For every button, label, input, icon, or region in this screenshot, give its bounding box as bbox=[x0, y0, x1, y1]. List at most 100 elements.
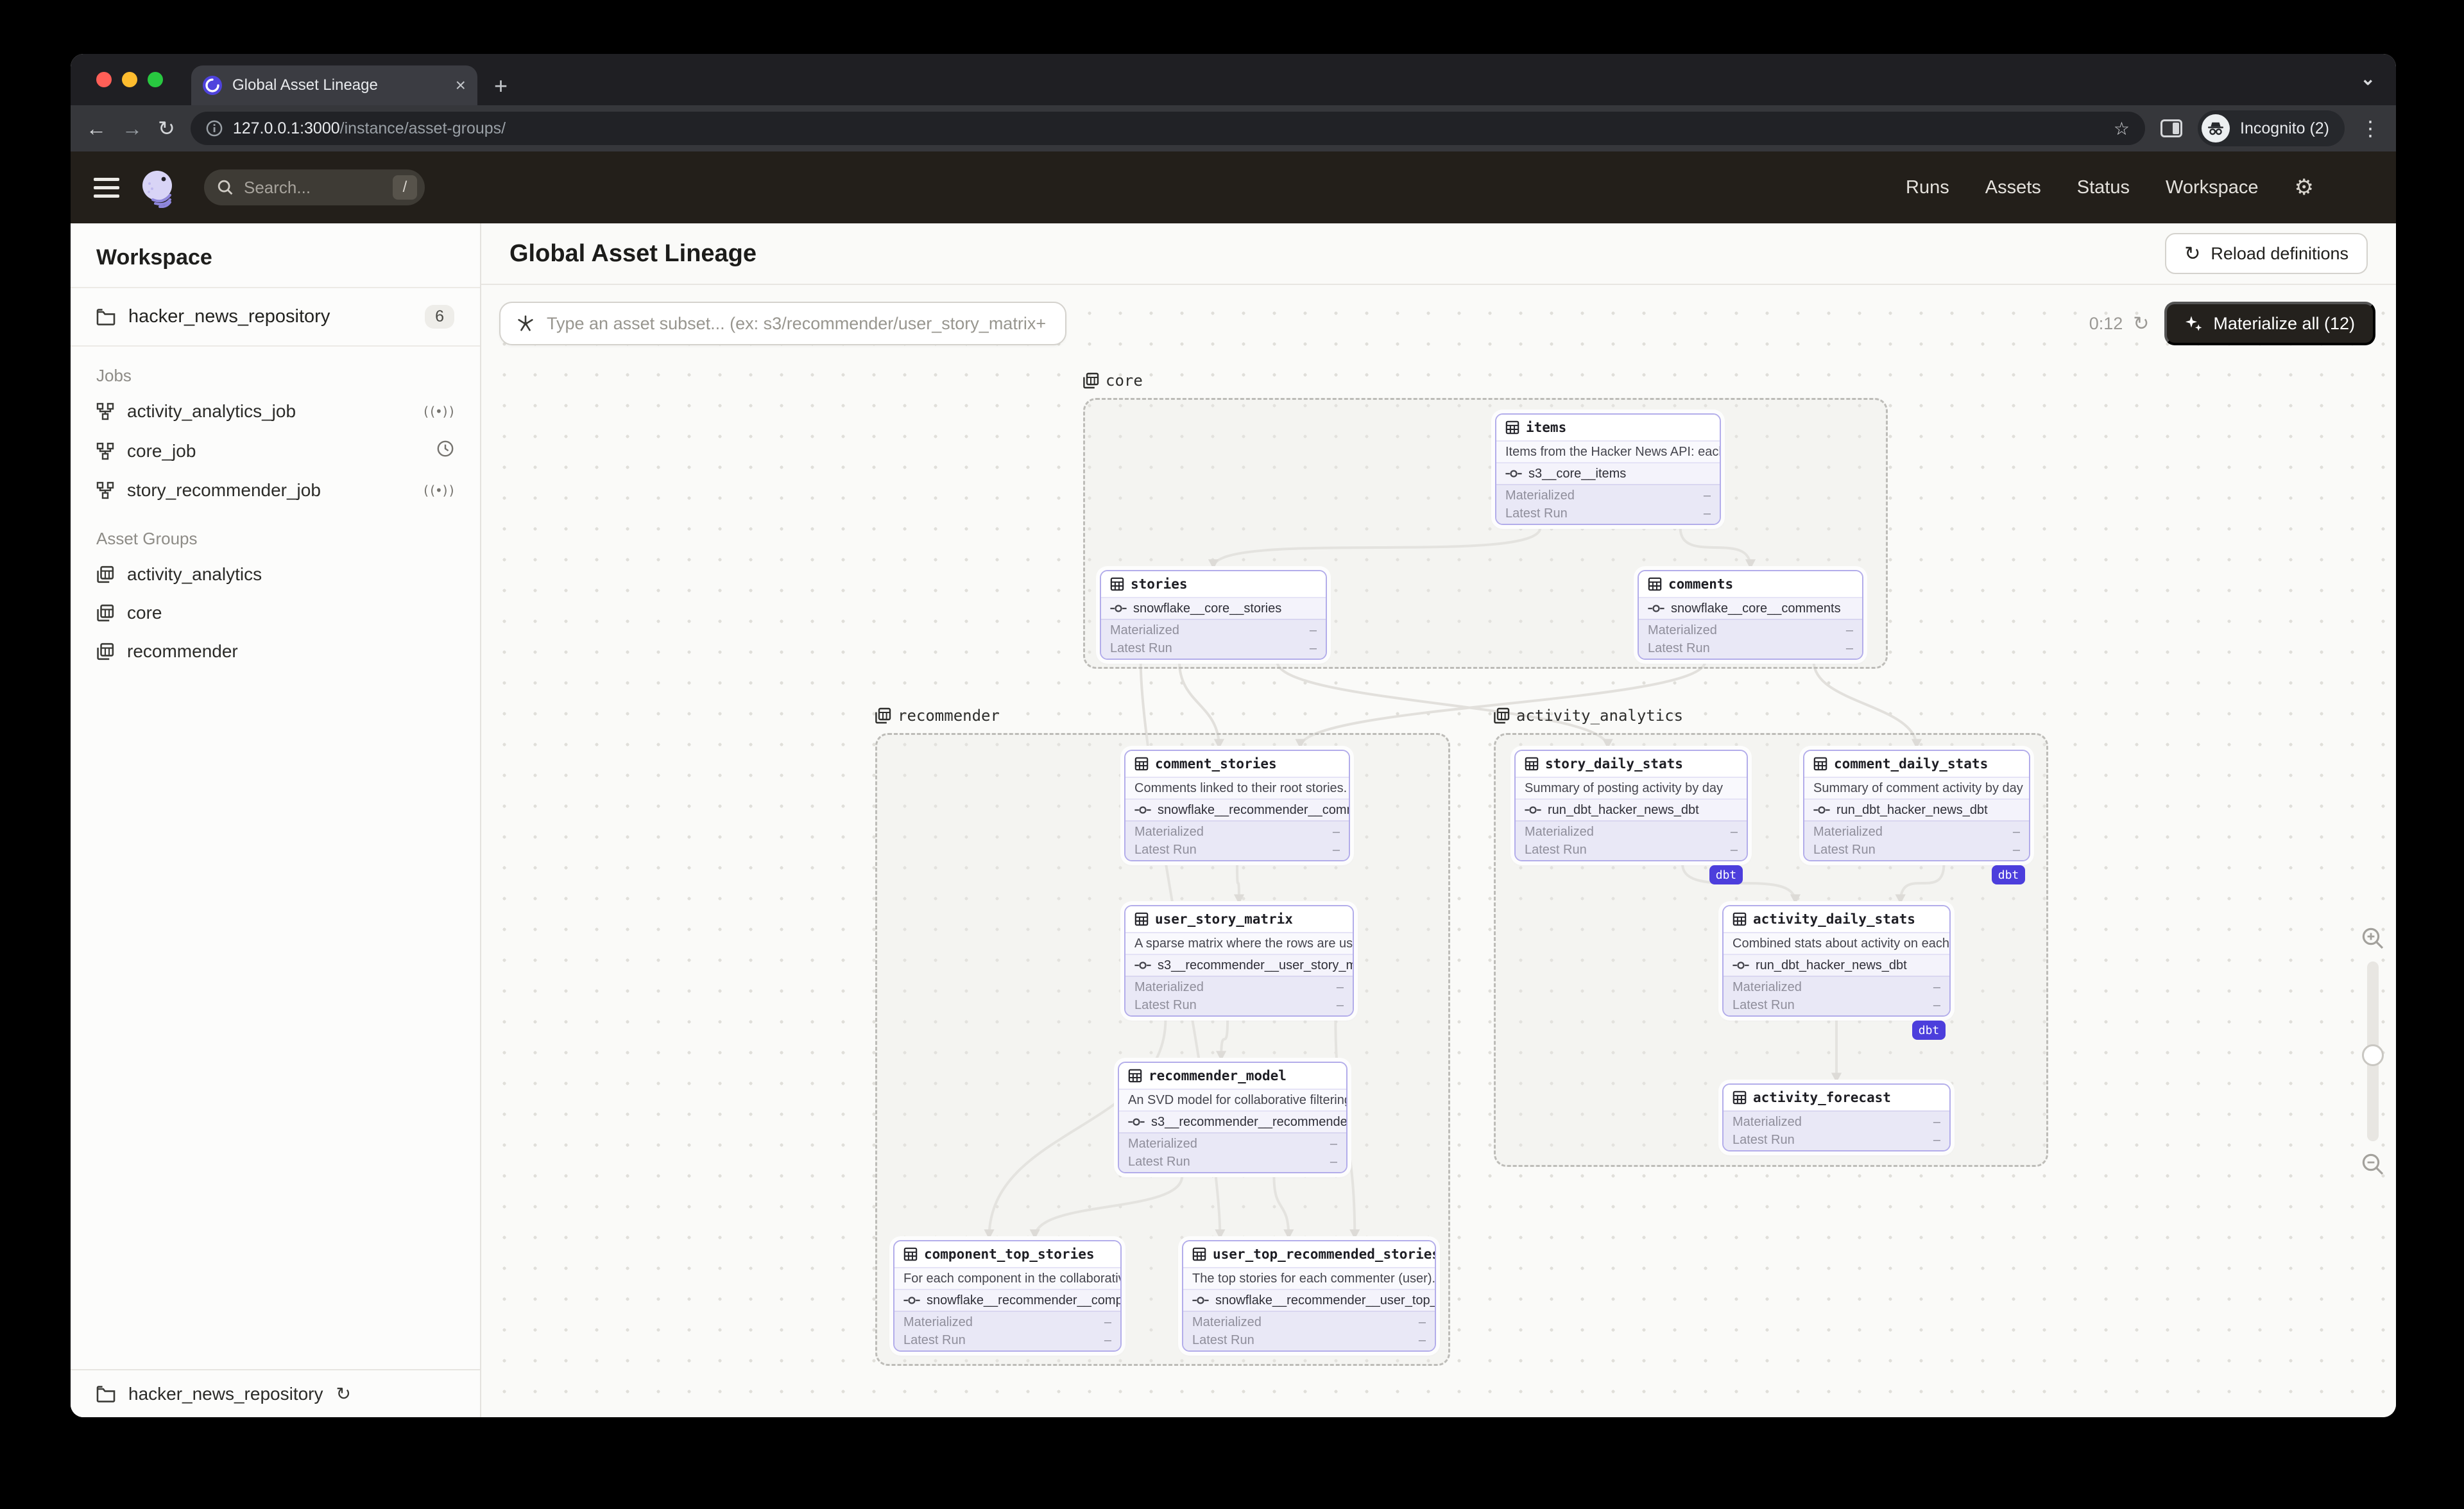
address-bar[interactable]: 127.0.0.1:3000/instance/asset-groups/ ☆ bbox=[190, 112, 2146, 145]
screen: Global Asset Lineage × + ⌄ ← → ↻ 127.0.0… bbox=[0, 0, 2464, 1509]
asset-group-label[interactable]: recommender bbox=[875, 707, 1000, 725]
asset-node-comment_stories[interactable]: comment_stories Comments linked to their … bbox=[1124, 750, 1350, 861]
asset-node-user_top_recommended_stories[interactable]: user_top_recommended_stories The top stor… bbox=[1182, 1240, 1436, 1352]
asset-node-component_top_stories[interactable]: component_top_stories For each component … bbox=[893, 1240, 1122, 1352]
back-icon[interactable]: ← bbox=[86, 118, 107, 139]
job-name: core_job bbox=[127, 440, 196, 461]
minimize-window-button[interactable] bbox=[122, 72, 137, 87]
site-info-icon[interactable] bbox=[206, 120, 223, 137]
job-icon bbox=[96, 481, 114, 499]
nav-link-assets[interactable]: Assets bbox=[1985, 177, 2041, 198]
asset-node-comments[interactable]: comments snowflake__core__comments Materi… bbox=[1638, 570, 1863, 660]
browser-tab[interactable]: Global Asset Lineage × bbox=[191, 65, 477, 105]
sidebar-job-core_job[interactable]: core_job bbox=[71, 431, 480, 471]
repo-count-badge: 6 bbox=[425, 305, 454, 329]
reload-repo-icon[interactable]: ↻ bbox=[336, 1383, 351, 1404]
asset-subset-filter-input[interactable]: Type an asset subset... (ex: s3/recommen… bbox=[499, 302, 1066, 345]
asset-node-activity_forecast[interactable]: activity_forecast Materialized – Latest R… bbox=[1722, 1083, 1951, 1151]
nav-link-workspace[interactable]: Workspace bbox=[2166, 177, 2259, 198]
new-tab-button[interactable]: + bbox=[494, 74, 508, 98]
table-icon bbox=[1134, 912, 1149, 926]
table-icon bbox=[1733, 912, 1747, 926]
asset-node-stories[interactable]: stories snowflake__core__stories Material… bbox=[1100, 570, 1327, 660]
zoom-out-icon[interactable] bbox=[2361, 1153, 2384, 1176]
refresh-icon[interactable]: ↻ bbox=[2133, 313, 2149, 335]
zoom-window-button[interactable] bbox=[148, 72, 163, 87]
global-search-input[interactable]: Search... / bbox=[204, 169, 425, 205]
asset-group-name: recommender bbox=[127, 641, 238, 661]
dagster-logo bbox=[137, 167, 178, 208]
asset-description: A sparse matrix where the rows are users… bbox=[1125, 932, 1353, 954]
reload-icon: ↻ bbox=[2184, 243, 2201, 264]
tab-title: Global Asset Lineage bbox=[232, 76, 378, 94]
asset-title: story_daily_stats bbox=[1516, 751, 1747, 777]
materialize-all-button[interactable]: Materialize all (12) bbox=[2164, 302, 2375, 345]
sidebar-footer-repo[interactable]: hacker_news_repository ↻ bbox=[71, 1369, 480, 1417]
sidebar-asset-group-core[interactable]: core bbox=[71, 594, 480, 632]
job-icon bbox=[96, 402, 114, 420]
filter-placeholder: Type an asset subset... (ex: s3/recommen… bbox=[547, 313, 1047, 333]
sidebar-repo-row[interactable]: hacker_news_repository 6 bbox=[71, 288, 480, 347]
tab-close-icon[interactable]: × bbox=[456, 76, 466, 94]
asset-op-key: snowflake__recommender__componen... bbox=[894, 1289, 1120, 1311]
dbt-badge: dbt bbox=[1912, 1021, 1946, 1040]
reload-definitions-button[interactable]: ↻ Reload definitions bbox=[2165, 233, 2368, 274]
asset-group-label[interactable]: activity_analytics bbox=[1493, 707, 1683, 725]
zoom-slider[interactable] bbox=[2362, 961, 2384, 1141]
zoom-in-icon[interactable] bbox=[2361, 927, 2384, 950]
forward-icon[interactable]: → bbox=[122, 118, 142, 139]
asset-stats: Materialized – Latest Run – bbox=[1119, 1132, 1346, 1172]
schedule-clock-icon[interactable] bbox=[436, 440, 454, 462]
lineage-canvas[interactable]: Type an asset subset... (ex: s3/recommen… bbox=[481, 285, 2396, 1417]
asset-description: Comments linked to their root stories. bbox=[1125, 777, 1349, 798]
incognito-badge: Incognito (2) bbox=[2198, 110, 2345, 146]
asset-node-items[interactable]: items Items from the Hacker News API: eac… bbox=[1495, 413, 1721, 525]
table-icon bbox=[1648, 577, 1662, 591]
bookmark-star-icon[interactable]: ☆ bbox=[2114, 118, 2130, 139]
browser-window: Global Asset Lineage × + ⌄ ← → ↻ 127.0.0… bbox=[71, 54, 2396, 1417]
incognito-icon bbox=[2202, 114, 2230, 142]
asset-node-story_daily_stats[interactable]: story_daily_stats Summary of posting acti… bbox=[1514, 750, 1748, 861]
zoom-slider-knob[interactable] bbox=[2362, 1044, 2384, 1066]
main-content: Global Asset Lineage ↻ Reload definition… bbox=[481, 223, 2396, 1417]
tab-search-chevron-icon[interactable]: ⌄ bbox=[2361, 68, 2375, 89]
table-icon bbox=[1813, 757, 1827, 771]
nav-link-status[interactable]: Status bbox=[2077, 177, 2130, 198]
asset-title: component_top_stories bbox=[894, 1241, 1120, 1267]
url-text: 127.0.0.1:3000/instance/asset-groups/ bbox=[232, 119, 506, 137]
window-controls bbox=[96, 72, 163, 87]
asset-stats: Materialized – Latest Run – bbox=[1125, 976, 1353, 1015]
asset-node-user_story_matrix[interactable]: user_story_matrix A sparse matrix where t… bbox=[1124, 905, 1354, 1017]
asset-group-name: core bbox=[127, 603, 162, 623]
asset-node-activity_daily_stats[interactable]: activity_daily_stats Combined stats about… bbox=[1722, 905, 1951, 1017]
search-icon bbox=[218, 180, 233, 195]
table-icon bbox=[1505, 420, 1519, 435]
close-window-button[interactable] bbox=[96, 72, 112, 87]
settings-gear-icon[interactable]: ⚙ bbox=[2295, 175, 2314, 200]
asset-title: user_top_recommended_stories bbox=[1183, 1241, 1435, 1267]
sensor-icon[interactable]: ((•)) bbox=[422, 483, 456, 498]
asset-node-comment_daily_stats[interactable]: comment_daily_stats Summary of comment ac… bbox=[1803, 750, 2030, 861]
sidebar-asset-group-activity_analytics[interactable]: activity_analytics bbox=[71, 555, 480, 594]
page-title-bar: Global Asset Lineage ↻ Reload definition… bbox=[481, 223, 2396, 285]
sidebar-title: Workspace bbox=[71, 223, 480, 288]
nav-link-runs[interactable]: Runs bbox=[1906, 177, 1949, 198]
hamburger-menu-icon[interactable] bbox=[94, 177, 119, 198]
asset-group-label[interactable]: core bbox=[1082, 372, 1143, 390]
workspace-sidebar: Workspace hacker_news_repository 6 Jobs … bbox=[71, 223, 481, 1417]
asset-stats: Materialized – Latest Run – bbox=[1724, 1110, 1949, 1150]
sidebar-job-activity_analytics_job[interactable]: activity_analytics_job ((•)) bbox=[71, 392, 480, 431]
asset-op-key: snowflake__core__comments bbox=[1639, 597, 1862, 619]
asset-stats: Materialized – Latest Run – bbox=[1101, 619, 1326, 659]
sensor-icon[interactable]: ((•)) bbox=[422, 404, 456, 419]
op-icon bbox=[903, 1295, 920, 1306]
browser-menu-kebab-icon[interactable]: ⋮ bbox=[2360, 118, 2381, 139]
sidebar-asset-group-recommender[interactable]: recommender bbox=[71, 632, 480, 671]
sidebar-job-story_recommender_job[interactable]: story_recommender_job ((•)) bbox=[71, 471, 480, 510]
job-name: activity_analytics_job bbox=[127, 401, 296, 421]
side-panel-icon[interactable] bbox=[2160, 119, 2183, 137]
asset-node-recommender_model[interactable]: recommender_model An SVD model for collab… bbox=[1118, 1062, 1348, 1173]
reload-icon[interactable]: ↻ bbox=[158, 118, 175, 139]
op-icon bbox=[1192, 1295, 1209, 1306]
refresh-timer: 0:12 bbox=[2089, 313, 2123, 333]
